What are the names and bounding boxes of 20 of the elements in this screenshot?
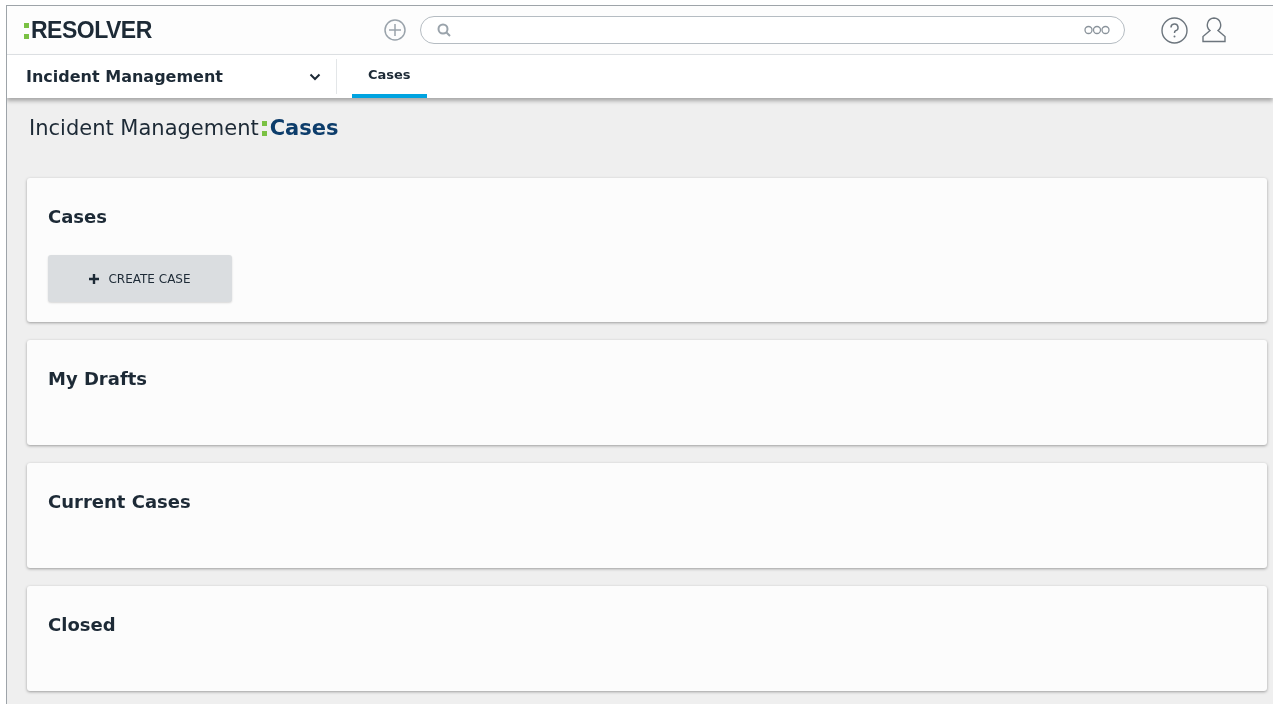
- app-dropdown[interactable]: Incident Management: [7, 59, 337, 94]
- card-title: Cases: [48, 206, 108, 227]
- help-icon[interactable]: [1161, 16, 1188, 44]
- page-title-app: Incident Management: [29, 116, 259, 140]
- card-title: Current Cases: [48, 491, 192, 512]
- search-icon: [437, 23, 451, 37]
- title-colon-icon: [261, 118, 267, 138]
- logo-colon-icon: [24, 20, 29, 40]
- card-title: Closed: [48, 614, 117, 635]
- logo-text: RESOLVER: [31, 16, 152, 44]
- more-options-icon[interactable]: [1084, 25, 1110, 35]
- search-field[interactable]: [420, 16, 1125, 44]
- page-title-section: Cases: [269, 116, 339, 140]
- add-icon[interactable]: [384, 19, 406, 41]
- nav-tab[interactable]: Cases: [352, 55, 427, 98]
- user-icon[interactable]: [1200, 16, 1228, 44]
- plus-icon: [89, 273, 100, 284]
- card-title: My Drafts: [48, 368, 149, 389]
- chevron-down-icon: [309, 72, 321, 81]
- create-case-button[interactable]: CREATE CASE: [48, 255, 232, 302]
